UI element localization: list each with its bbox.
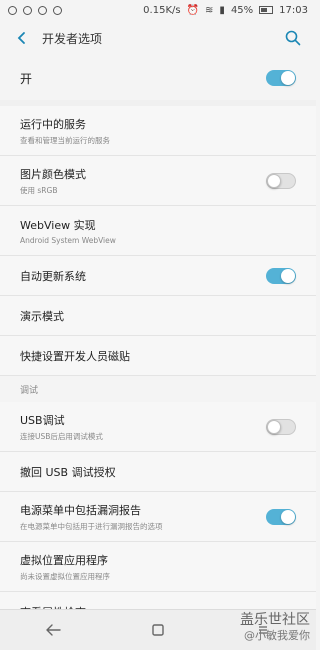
battery-percent: 45% [230, 4, 254, 16]
network-speed: 0.15K/s [143, 4, 181, 16]
section-header-debug: 调试 [0, 376, 316, 402]
notification-icons [8, 5, 62, 15]
bug-report-toggle[interactable] [266, 508, 296, 525]
status-bar: 0.15K/s ⏰ ≋ ▮ 45% 17:03 [0, 0, 316, 20]
page-title: 开发者选项 [42, 31, 103, 46]
list-item-demo-mode[interactable]: 演示模式 [0, 296, 316, 336]
watermark: 盖乐世社区 @小敏我爱你 [240, 612, 310, 644]
list-item-webview[interactable]: WebView 实现 Android System WebView [0, 206, 316, 256]
app-icon [38, 5, 47, 15]
clock: 17:03 [279, 4, 308, 16]
color-mode-toggle[interactable] [266, 172, 296, 189]
auto-update-toggle[interactable] [266, 267, 296, 284]
list-item-quick-settings-tiles[interactable]: 快捷设置开发人员磁贴 [0, 336, 316, 376]
nav-back-button[interactable] [38, 615, 68, 645]
settings-list: 运行中的服务 查看和管理当前运行的服务 图片颜色模式 使用 sRGB WebVi… [0, 106, 316, 632]
item-title: 电源菜单中包括漏洞报告 [20, 503, 141, 517]
search-icon [285, 30, 301, 46]
list-item-bug-report[interactable]: 电源菜单中包括漏洞报告 在电源菜单中包括用于进行漏洞报告的选项 [0, 492, 316, 542]
item-subtitle: 使用 sRGB [20, 185, 58, 195]
search-button[interactable] [280, 25, 306, 51]
chevron-left-icon [17, 32, 25, 44]
app-icon [23, 5, 32, 15]
item-subtitle: 连接USB后启用调试模式 [20, 431, 103, 441]
item-title: USB调试 [20, 413, 65, 427]
item-title: 图片颜色模式 [20, 167, 86, 181]
list-item-mock-location[interactable]: 虚拟位置应用程序 尚未设置虚拟位置应用程序 [0, 542, 316, 592]
item-title: WebView 实现 [20, 218, 96, 232]
back-arrow-icon [45, 624, 61, 636]
signal-icon: ▮ [219, 4, 225, 16]
item-subtitle: 查看和管理当前运行的服务 [20, 135, 110, 145]
list-item-revoke-usb[interactable]: 撤回 USB 调试授权 [0, 452, 316, 492]
app-bar: 开发者选项 [0, 20, 316, 56]
wifi-icon: ≋ [205, 4, 214, 16]
list-item-auto-update[interactable]: 自动更新系统 [0, 256, 316, 296]
item-title: 运行中的服务 [20, 117, 86, 131]
item-subtitle: 尚未设置虚拟位置应用程序 [20, 571, 110, 581]
nav-home-button[interactable] [143, 615, 173, 645]
app-icon [8, 5, 17, 15]
back-button[interactable] [10, 26, 34, 50]
list-item-picture-color-mode[interactable]: 图片颜色模式 使用 sRGB [0, 156, 316, 206]
master-toggle[interactable] [266, 70, 296, 86]
watermark-user: @小敏我爱你 [244, 629, 310, 642]
status-right: 0.15K/s ⏰ ≋ ▮ 45% 17:03 [143, 5, 308, 16]
app-icon [53, 5, 62, 15]
item-title: 撤回 USB 调试授权 [20, 465, 116, 479]
item-title: 虚拟位置应用程序 [20, 553, 108, 567]
list-item-running-services[interactable]: 运行中的服务 查看和管理当前运行的服务 [0, 106, 316, 156]
alarm-icon: ⏰ [186, 4, 200, 16]
item-subtitle: Android System WebView [20, 235, 116, 245]
item-title: 演示模式 [20, 309, 64, 323]
item-title: 自动更新系统 [20, 269, 86, 283]
watermark-brand: 盖乐世社区 [240, 612, 310, 628]
item-subtitle: 在电源菜单中包括用于进行漏洞报告的选项 [20, 521, 163, 531]
item-title: 快捷设置开发人员磁贴 [20, 349, 130, 363]
master-switch-row[interactable]: 开 [0, 56, 316, 100]
master-switch-label: 开 [20, 71, 33, 86]
battery-icon [259, 6, 274, 14]
home-square-icon [152, 624, 164, 636]
list-item-usb-debugging[interactable]: USB调试 连接USB后启用调试模式 [0, 402, 316, 452]
usb-debugging-toggle[interactable] [266, 418, 296, 435]
